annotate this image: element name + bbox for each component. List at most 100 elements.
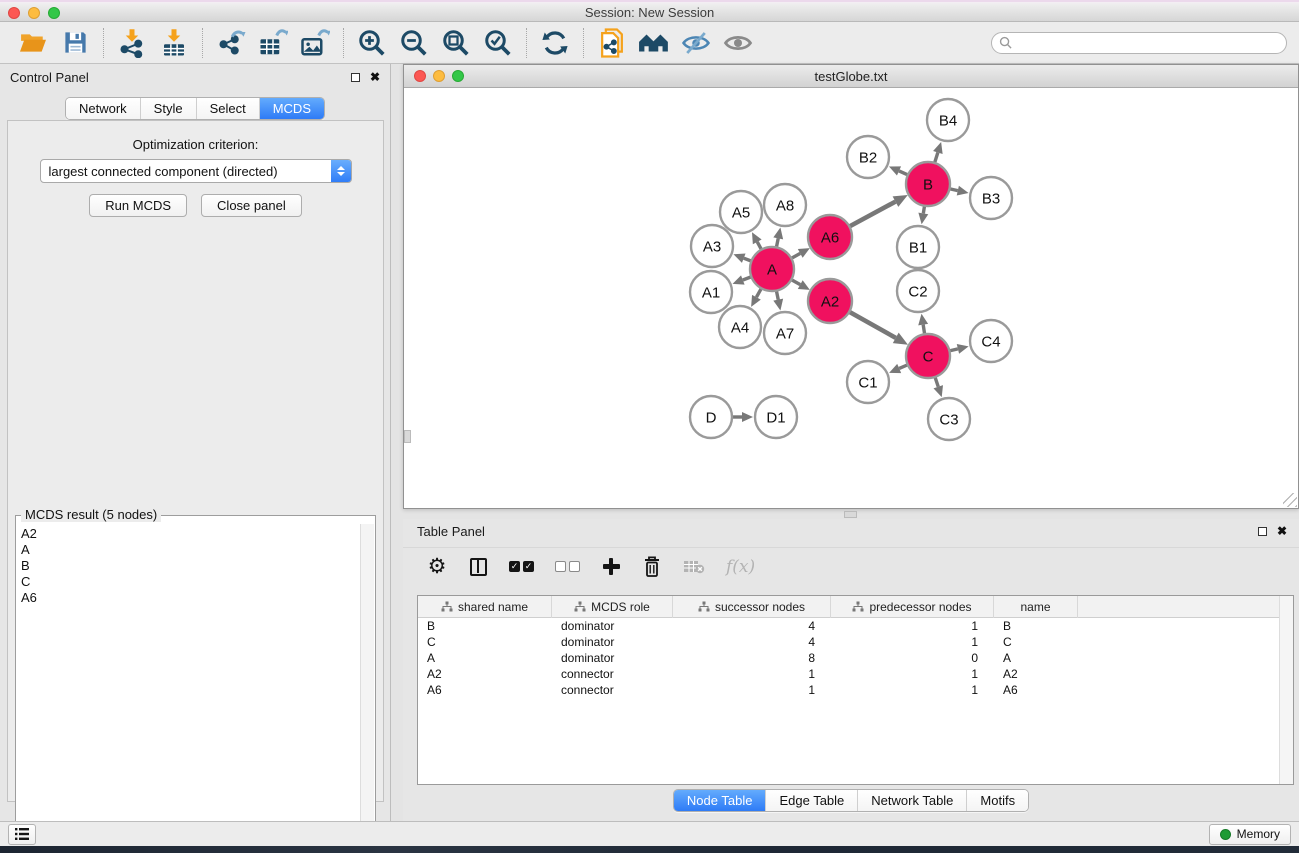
run-mcds-button[interactable]: Run MCDS (89, 194, 187, 217)
show-panels-button[interactable] (717, 25, 759, 61)
network-graph[interactable]: B4B2BB3A8A5A6A3B1AA1C2A2A4A7C4CC1C3DD1 (404, 88, 1298, 508)
table-cell[interactable]: A6 (418, 683, 552, 697)
select-all-button[interactable]: ✓✓ (509, 554, 534, 580)
hide-unhide-panels-button[interactable] (675, 25, 717, 61)
graph-edge-B-B4[interactable] (935, 152, 938, 163)
column-header-predecessor-nodes[interactable]: predecessor nodes (831, 596, 994, 618)
criterion-dropdown[interactable]: largest connected component (directed) (40, 159, 352, 183)
table-cell[interactable]: connector (552, 683, 673, 697)
table-cell[interactable]: C (994, 635, 1078, 649)
mcds-result-item[interactable]: C (21, 574, 360, 590)
float-panel-icon[interactable] (1258, 527, 1267, 536)
tab-select[interactable]: Select (196, 98, 259, 119)
tab-node-table[interactable]: Node Table (674, 790, 766, 811)
graph-edge-C-C3[interactable] (935, 377, 938, 387)
table-cell[interactable]: 1 (673, 683, 831, 697)
table-cell[interactable]: 1 (831, 619, 994, 633)
graph-edge-A-A7[interactable] (776, 291, 778, 300)
graph-edge-C-C2[interactable] (923, 325, 924, 335)
tab-mcds[interactable]: MCDS (259, 98, 324, 119)
close-panel-icon[interactable]: ✖ (370, 72, 380, 82)
table-cell[interactable]: 4 (673, 619, 831, 633)
tab-network[interactable]: Network (66, 98, 140, 119)
table-cell[interactable]: B (418, 619, 552, 633)
refresh-button[interactable] (534, 25, 576, 61)
task-history-button[interactable] (8, 824, 36, 845)
tab-motifs[interactable]: Motifs (966, 790, 1028, 811)
graph-edge-A-A4[interactable] (756, 288, 761, 297)
graph-edge-A2-C[interactable] (849, 312, 896, 338)
graph-edge-C-C1[interactable] (899, 365, 908, 369)
table-settings-button[interactable]: ⚙ (427, 554, 447, 580)
table-cell[interactable]: B (994, 619, 1078, 633)
result-scrollbar[interactable] (360, 524, 374, 848)
graph-edge-A-A6[interactable] (791, 253, 800, 258)
float-panel-icon[interactable] (351, 73, 360, 82)
export-table-button[interactable] (252, 25, 294, 61)
mcds-result-item[interactable]: B (21, 558, 360, 574)
column-view-button[interactable] (468, 554, 488, 580)
table-cell[interactable]: A6 (994, 683, 1078, 697)
tab-network-table[interactable]: Network Table (857, 790, 966, 811)
tab-style[interactable]: Style (140, 98, 196, 119)
vertical-splitter-handle[interactable] (404, 430, 411, 443)
table-row[interactable]: A2connector11A2 (418, 666, 1293, 682)
add-column-button[interactable] (601, 554, 621, 580)
close-panel-icon[interactable]: ✖ (1277, 526, 1287, 536)
table-cell[interactable]: A2 (994, 667, 1078, 681)
export-image-button[interactable] (294, 25, 336, 61)
table-cell[interactable]: dominator (552, 651, 673, 665)
table-row[interactable]: Bdominator41B (418, 618, 1293, 634)
memory-button[interactable]: Memory (1209, 824, 1291, 845)
network-canvas[interactable]: B4B2BB3A8A5A6A3B1AA1C2A2A4A7C4CC1C3DD1 (404, 88, 1298, 508)
home-view-button[interactable] (633, 25, 675, 61)
zoom-fit-button[interactable] (435, 25, 477, 61)
mcds-result-item[interactable]: A6 (21, 590, 360, 606)
table-cell[interactable]: A (418, 651, 552, 665)
zoom-selected-button[interactable] (477, 25, 519, 61)
table-cell[interactable]: 1 (831, 683, 994, 697)
graph-edge-B-B3[interactable] (949, 189, 957, 191)
network-from-file-button[interactable] (591, 25, 633, 61)
resize-grip-icon[interactable] (1283, 493, 1297, 507)
table-cell[interactable]: dominator (552, 635, 673, 649)
save-session-button[interactable] (54, 25, 96, 61)
horizontal-splitter-handle[interactable] (844, 511, 857, 518)
table-cell[interactable]: 1 (831, 667, 994, 681)
table-cell[interactable]: 8 (673, 651, 831, 665)
table-cell[interactable]: dominator (552, 619, 673, 633)
table-row[interactable]: Adominator80A (418, 650, 1293, 666)
column-header-shared-name[interactable]: shared name (418, 596, 552, 618)
export-network-button[interactable] (210, 25, 252, 61)
import-table-button[interactable] (153, 25, 195, 61)
graph-edge-A-A1[interactable] (743, 277, 752, 280)
delete-column-button[interactable] (642, 554, 662, 580)
table-cell[interactable]: 1 (673, 667, 831, 681)
table-scrollbar[interactable] (1279, 596, 1293, 784)
deselect-all-button[interactable] (555, 554, 580, 580)
table-cell[interactable]: connector (552, 667, 673, 681)
column-header-name[interactable]: name (994, 596, 1078, 618)
graph-edge-A-A2[interactable] (791, 280, 800, 285)
zoom-in-button[interactable] (351, 25, 393, 61)
table-cell[interactable]: A (994, 651, 1078, 665)
table-cell[interactable]: 0 (831, 651, 994, 665)
tab-edge-table[interactable]: Edge Table (765, 790, 857, 811)
table-row[interactable]: A6connector11A6 (418, 682, 1293, 698)
import-network-button[interactable] (111, 25, 153, 61)
table-row[interactable]: Cdominator41C (418, 634, 1293, 650)
graph-edge-A-A8[interactable] (776, 238, 778, 247)
open-session-button[interactable] (12, 25, 54, 61)
zoom-out-button[interactable] (393, 25, 435, 61)
mcds-result-list[interactable]: A2ABCA6 (17, 524, 360, 848)
graph-edge-A6-B[interactable] (849, 202, 895, 227)
search-input[interactable] (1016, 36, 1279, 50)
table-cell[interactable]: 4 (673, 635, 831, 649)
network-window-titlebar[interactable]: testGlobe.txt (404, 65, 1298, 88)
column-header-successor-nodes[interactable]: successor nodes (673, 596, 831, 618)
mcds-result-item[interactable]: A (21, 542, 360, 558)
close-panel-button[interactable]: Close panel (201, 194, 302, 217)
graph-edge-A-A3[interactable] (744, 258, 752, 261)
mcds-result-item[interactable]: A2 (21, 526, 360, 542)
graph-edge-B-B2[interactable] (899, 171, 908, 175)
